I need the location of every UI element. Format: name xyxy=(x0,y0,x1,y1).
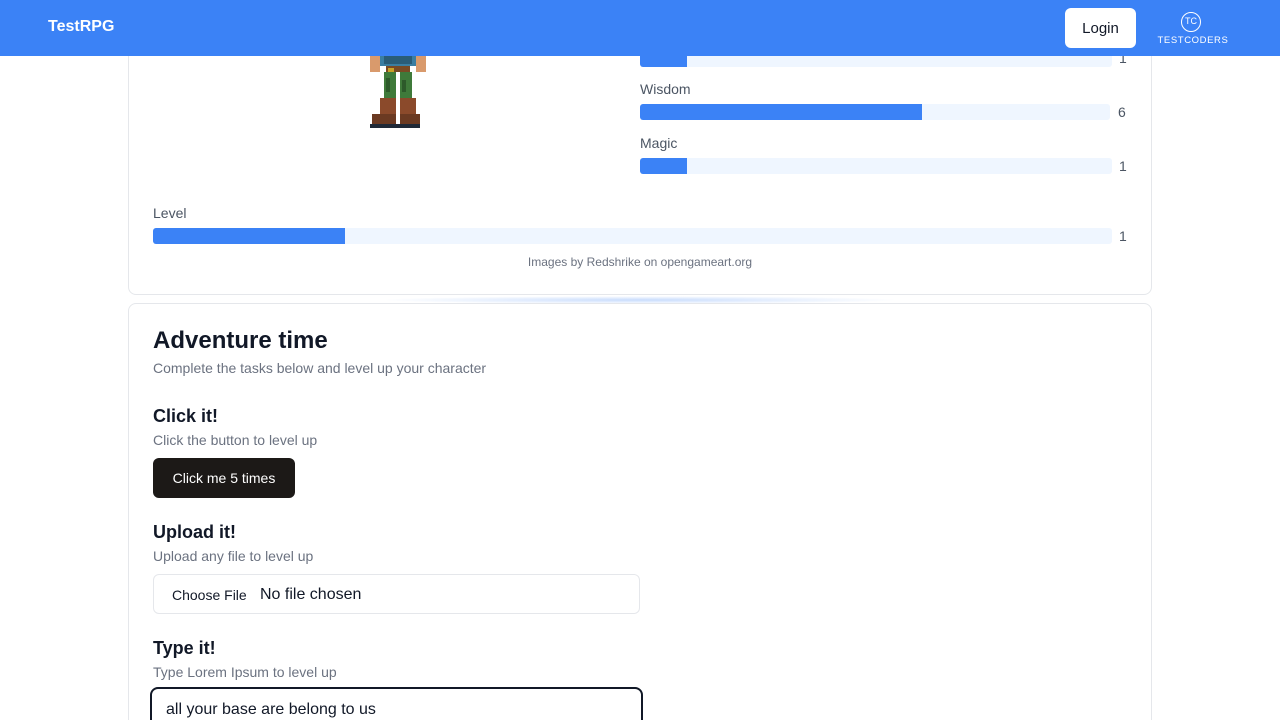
file-upload-input[interactable]: Choose File No file chosen xyxy=(153,574,640,614)
level-value: 1 xyxy=(1119,228,1127,244)
file-status: No file chosen xyxy=(260,586,362,603)
login-button[interactable]: Login xyxy=(1065,8,1136,48)
level-bar-fill xyxy=(153,228,345,244)
stat-label-magic: Magic xyxy=(640,135,678,151)
upload-task-title: Upload it! xyxy=(153,522,236,542)
upload-task-description: Upload any file to level up xyxy=(153,548,314,564)
type-text-input[interactable] xyxy=(150,687,643,720)
stat-bar-magic xyxy=(640,158,1112,174)
stat-value-wisdom: 6 xyxy=(1118,104,1126,120)
tc-logo-icon: TC xyxy=(1181,12,1201,32)
tc-logo-text: TESTCODERS xyxy=(1157,35,1229,46)
stat-value-magic: 1 xyxy=(1119,158,1127,174)
type-task-description: Type Lorem Ipsum to level up xyxy=(153,664,337,680)
image-credit: Images by Redshrike on opengameart.org xyxy=(527,255,753,269)
testcoders-logo[interactable]: TC TESTCODERS xyxy=(1150,11,1234,47)
adventure-title: Adventure time xyxy=(153,327,328,354)
level-bar xyxy=(153,228,1112,244)
choose-file-button[interactable]: Choose File xyxy=(172,587,247,603)
click-task-title: Click it! xyxy=(153,406,219,426)
stat-bar-fill-magic xyxy=(640,158,688,174)
type-task-title: Type it! xyxy=(153,638,216,658)
stat-bar-fill-wisdom xyxy=(640,104,922,120)
top-navbar: TestRPG Login TC TESTCODERS xyxy=(0,0,1280,56)
click-me-button[interactable]: Click me 5 times xyxy=(153,458,295,498)
level-label: Level xyxy=(153,205,187,221)
stat-label-wisdom: Wisdom xyxy=(640,81,691,97)
brand-logo[interactable]: TestRPG xyxy=(48,18,114,36)
click-task-description: Click the button to level up xyxy=(153,432,318,448)
adventure-subtitle: Complete the tasks below and level up yo… xyxy=(153,360,487,376)
stat-bar-wisdom xyxy=(640,104,1110,120)
